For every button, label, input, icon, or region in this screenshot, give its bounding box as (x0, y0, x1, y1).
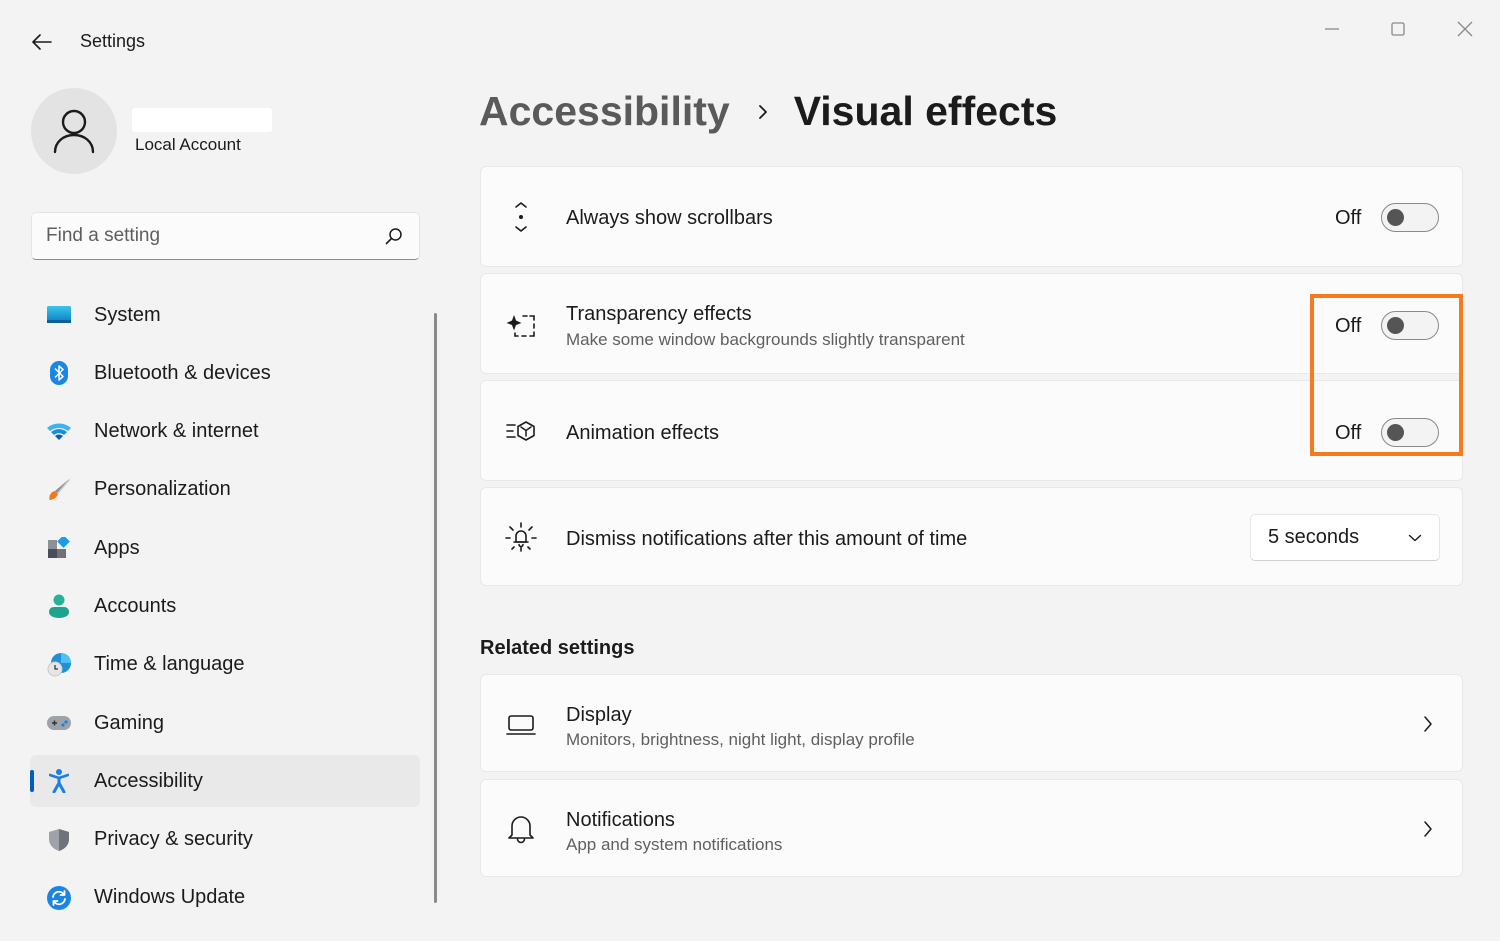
setting-title: Dismiss notifications after this amount … (566, 528, 968, 550)
gamepad-icon (46, 710, 72, 736)
dismiss-time-dropdown[interactable]: 5 seconds (1250, 514, 1440, 561)
arrow-left-icon (32, 34, 52, 50)
search-box[interactable] (31, 212, 420, 260)
toggle-state-label: Off (1335, 422, 1362, 444)
paintbrush-icon (46, 477, 72, 503)
minimize-icon (1325, 28, 1339, 30)
transparency-sparkle-icon (505, 309, 537, 341)
related-title: Display (566, 704, 632, 726)
globe-clock-icon (46, 652, 72, 678)
sidebar-item-personalization[interactable]: Personalization (30, 464, 420, 516)
related-subtitle: App and system notifications (566, 835, 783, 854)
dropdown-selected-value: 5 seconds (1268, 526, 1360, 548)
sidebar-item-label: Windows Update (94, 886, 246, 909)
chevron-right-icon (1416, 712, 1440, 736)
wifi-icon (46, 419, 72, 445)
laptop-display-icon (505, 709, 537, 741)
page-title: Visual effects (793, 88, 1058, 134)
sidebar-item-network[interactable]: Network & internet (30, 406, 420, 458)
search-icon[interactable] (383, 225, 405, 247)
toggle-state-label: Off (1335, 207, 1362, 229)
sidebar-item-label: Apps (94, 536, 140, 559)
setting-title: Transparency effects (566, 303, 752, 325)
related-subtitle: Monitors, brightness, night light, displ… (566, 730, 915, 749)
sidebar-item-label: Privacy & security (94, 828, 253, 851)
related-title: Notifications (566, 809, 675, 831)
bluetooth-icon (46, 360, 72, 386)
setting-row-animation: Animation effects Off (480, 380, 1463, 481)
sidebar-item-label: Accessibility (94, 769, 203, 792)
sidebar-item-system[interactable]: System (30, 289, 420, 341)
shield-icon (46, 827, 72, 853)
sidebar-item-time-language[interactable]: Time & language (30, 639, 420, 691)
sidebar-item-label: Time & language (94, 653, 245, 676)
scrollbar-arrows-icon (505, 201, 537, 233)
sidebar-item-accessibility[interactable]: Accessibility (30, 755, 420, 808)
selected-indicator (30, 770, 34, 793)
minimize-button[interactable] (1307, 12, 1357, 46)
chevron-right-icon (758, 104, 768, 120)
setting-row-dismiss-notifications: Dismiss notifications after this amount … (480, 487, 1463, 586)
setting-title: Always show scrollbars (566, 207, 773, 229)
scrollbars-toggle[interactable] (1381, 203, 1439, 232)
chevron-right-icon (1416, 817, 1440, 841)
setting-row-scrollbars: Always show scrollbars Off (480, 166, 1463, 267)
animation-toggle[interactable] (1381, 418, 1439, 447)
toggle-knob (1387, 424, 1404, 441)
accessibility-icon (46, 768, 72, 794)
sidebar-nav: System Bluetooth & devices Network & int… (30, 289, 420, 930)
person-icon (53, 109, 95, 154)
profile-account-type: Local Account (135, 135, 241, 154)
system-display-icon (46, 302, 72, 328)
setting-subtitle: Make some window backgrounds slightly tr… (566, 330, 965, 349)
sidebar-item-label: Accounts (94, 594, 177, 617)
related-settings-heading: Related settings (480, 637, 635, 659)
related-item-display[interactable]: Display Monitors, brightness, night ligh… (480, 674, 1463, 772)
sidebar-item-label: Bluetooth & devices (94, 361, 271, 384)
apps-icon (46, 535, 72, 561)
sidebar-item-label: System (94, 303, 161, 326)
animation-cube-icon (505, 415, 537, 447)
window-title: Settings (80, 31, 146, 51)
maximize-button[interactable] (1373, 12, 1423, 46)
chevron-down-icon (1408, 534, 1422, 541)
maximize-icon (1391, 22, 1405, 36)
toggle-knob (1387, 317, 1404, 334)
sidebar-item-gaming[interactable]: Gaming (30, 697, 420, 749)
sidebar-item-windows-update[interactable]: Windows Update (30, 872, 420, 924)
transparency-toggle[interactable] (1381, 311, 1439, 340)
sidebar-item-label: Gaming (94, 711, 165, 734)
update-sync-icon (46, 885, 72, 911)
back-button[interactable] (28, 28, 56, 56)
close-icon (1457, 21, 1473, 37)
accounts-person-icon (46, 593, 72, 619)
avatar[interactable] (31, 88, 117, 174)
sidebar-item-label: Network & internet (94, 420, 259, 443)
toggle-state-label: Off (1335, 315, 1362, 337)
sidebar-item-label: Personalization (94, 478, 231, 501)
sidebar-scrollbar[interactable] (434, 313, 437, 903)
related-item-notifications[interactable]: Notifications App and system notificatio… (480, 779, 1463, 877)
breadcrumb-parent[interactable]: Accessibility (479, 88, 730, 135)
profile-name-redacted (132, 108, 272, 132)
notification-timer-icon (505, 521, 537, 553)
sidebar-item-bluetooth[interactable]: Bluetooth & devices (30, 347, 420, 399)
sidebar-item-accounts[interactable]: Accounts (30, 580, 420, 632)
toggle-knob (1387, 209, 1404, 226)
breadcrumb: Accessibility Visual effects (479, 88, 1057, 135)
sidebar-item-apps[interactable]: Apps (30, 522, 420, 574)
setting-row-transparency: Transparency effects Make some window ba… (480, 273, 1463, 374)
setting-title: Animation effects (566, 422, 720, 444)
sidebar-item-privacy-security[interactable]: Privacy & security (30, 814, 420, 866)
close-button[interactable] (1440, 12, 1490, 46)
bell-icon (505, 812, 537, 844)
search-input[interactable] (46, 225, 383, 247)
